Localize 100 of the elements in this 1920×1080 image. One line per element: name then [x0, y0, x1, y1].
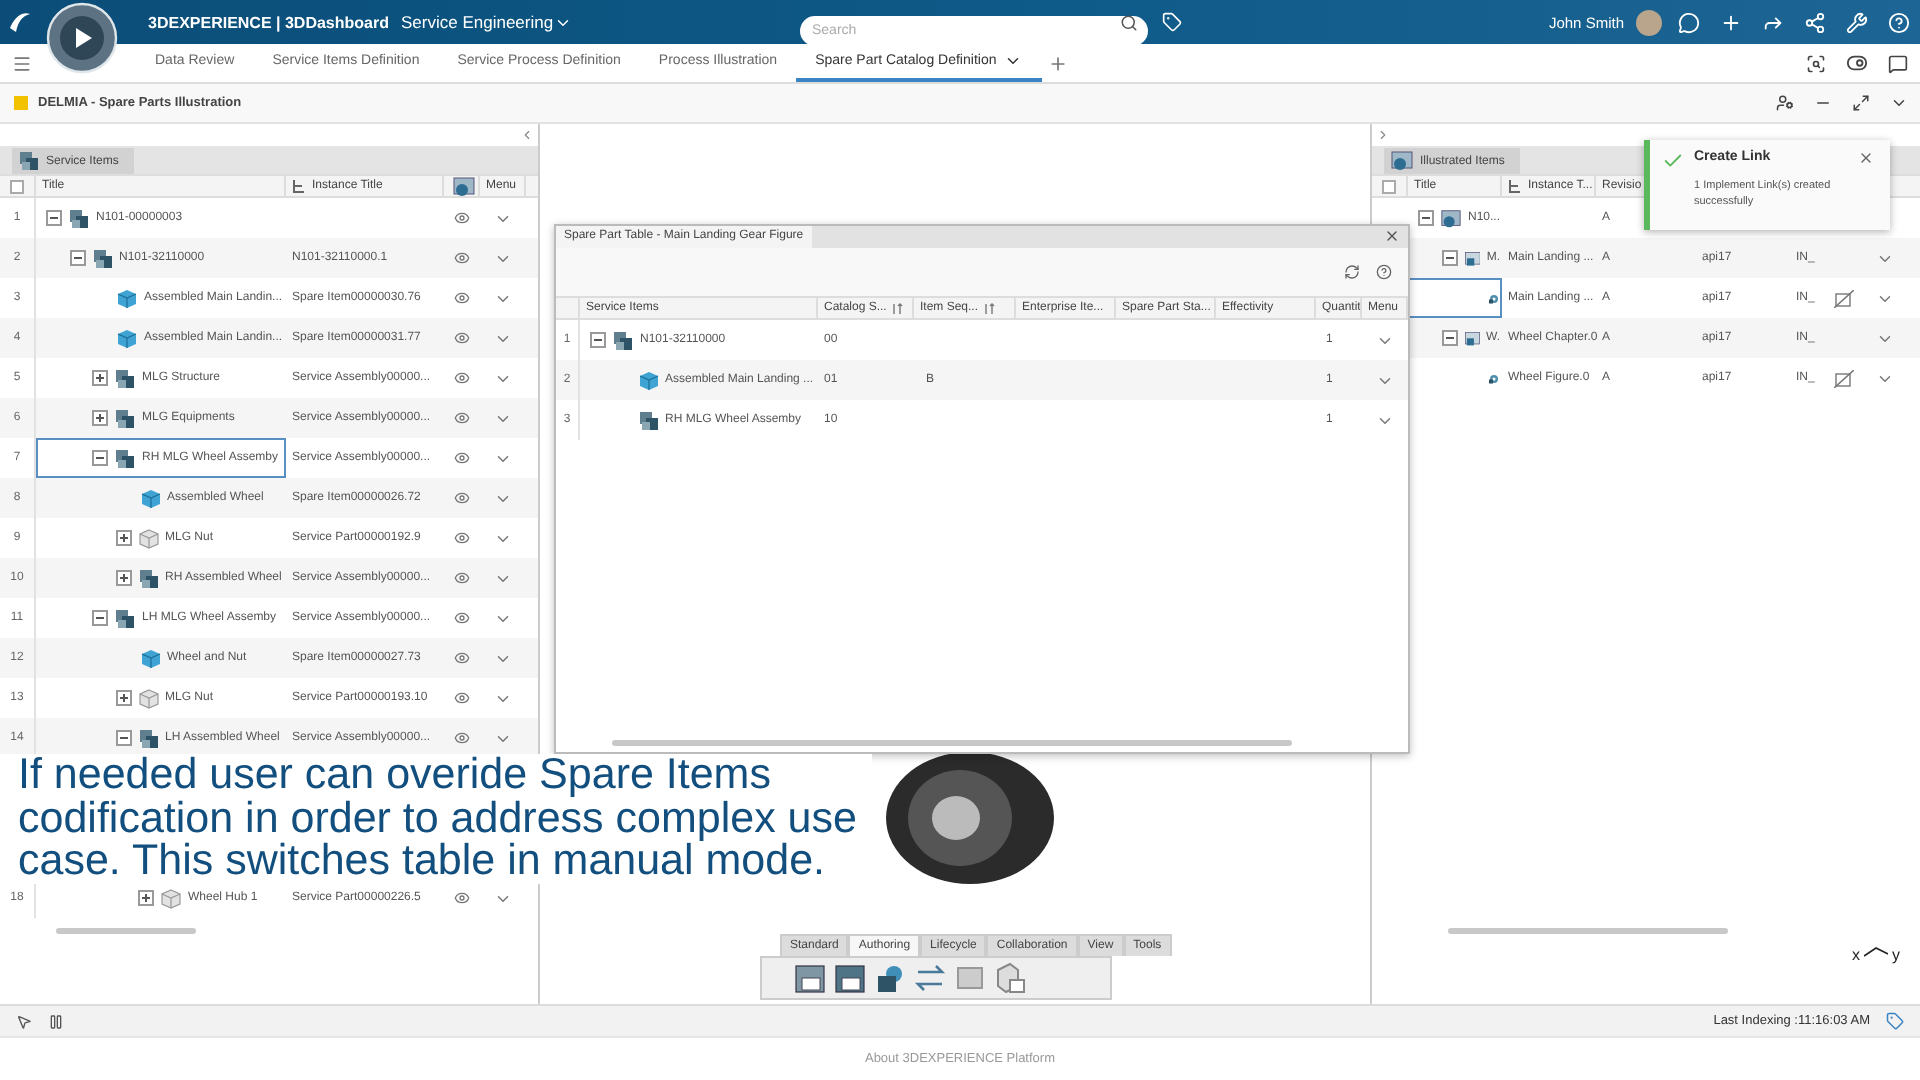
share-arrow-icon[interactable]	[1762, 11, 1784, 33]
eye-icon[interactable]	[454, 490, 470, 506]
eye-icon[interactable]	[454, 890, 470, 906]
collapse-button[interactable]	[115, 730, 131, 746]
compass-icon[interactable]	[46, 2, 118, 74]
help-icon[interactable]	[1376, 264, 1392, 280]
eye-icon[interactable]	[454, 210, 470, 226]
minus-icon	[94, 452, 106, 464]
eye-icon[interactable]	[454, 690, 470, 706]
cube-icon	[137, 527, 159, 549]
collapse-button[interactable]	[1441, 330, 1457, 346]
minus-icon	[94, 612, 106, 624]
collapse-button[interactable]	[590, 332, 606, 348]
eye-icon[interactable]	[454, 370, 470, 386]
checkbox[interactable]	[10, 179, 24, 193]
checkbox[interactable]	[1382, 179, 1396, 193]
hierarchy-icon	[1508, 179, 1522, 193]
eye-icon[interactable]	[454, 290, 470, 306]
close-icon[interactable]	[1858, 150, 1874, 166]
collapse-button[interactable]	[1418, 210, 1434, 226]
expand-button[interactable]	[115, 690, 131, 706]
eye-icon[interactable]	[454, 650, 470, 666]
cube-icon	[139, 487, 161, 509]
cube-icon	[137, 687, 159, 709]
collapse-button[interactable]	[46, 210, 62, 226]
collapse-button[interactable]	[92, 450, 108, 466]
collapse-button[interactable]	[1441, 250, 1457, 266]
dashboard-menu[interactable]: Service Engineering	[401, 12, 554, 32]
plus-icon	[140, 892, 152, 904]
cube-table-icon[interactable]	[994, 962, 1026, 994]
tools-icon[interactable]	[1846, 11, 1868, 33]
axis-label: x	[1852, 946, 1860, 964]
picture-icon	[1440, 207, 1462, 229]
app-icon	[14, 96, 28, 110]
menu-icon[interactable]	[12, 53, 32, 73]
hierarchy-icon	[292, 179, 306, 193]
axis-icon	[1864, 946, 1888, 958]
cubes-icon	[91, 247, 113, 269]
eye-icon[interactable]	[454, 570, 470, 586]
picture-icon	[1463, 327, 1480, 349]
minus-icon	[1420, 212, 1432, 224]
search-icon[interactable]	[1120, 13, 1138, 31]
square-icon[interactable]	[954, 962, 986, 994]
eye-icon[interactable]	[454, 530, 470, 546]
eye-icon[interactable]	[454, 250, 470, 266]
search-icon[interactable]	[1806, 53, 1826, 73]
sort-icon[interactable]	[892, 301, 905, 315]
expand-icon[interactable]	[1376, 128, 1390, 142]
chat-icon[interactable]	[1888, 53, 1908, 73]
globe-cube-icon[interactable]	[874, 962, 906, 994]
swap-arrows-icon[interactable]	[914, 962, 946, 994]
folder-table-icon[interactable]	[794, 962, 826, 994]
pause-icon[interactable]	[48, 1013, 64, 1029]
crossed-out-icon	[1834, 289, 1854, 307]
cube-icon	[116, 287, 138, 309]
avatar[interactable]	[1636, 9, 1662, 35]
collapse-icon[interactable]	[520, 128, 534, 142]
minus-icon	[117, 732, 129, 744]
user-settings-icon[interactable]	[1776, 94, 1794, 112]
check-icon	[1662, 150, 1684, 172]
minus-icon	[592, 334, 604, 346]
pointer-icon[interactable]	[16, 1013, 32, 1029]
chevron-down-icon[interactable]	[1004, 52, 1023, 70]
expand-button[interactable]	[115, 530, 131, 546]
eye-icon[interactable]	[454, 450, 470, 466]
crossed-out-icon	[1834, 369, 1854, 387]
share-icon[interactable]	[1804, 11, 1826, 33]
cubes-icon	[114, 447, 136, 469]
cube-icon	[160, 887, 182, 909]
brand-title: 3DEXPERIENCE | 3DDashboard	[148, 13, 389, 31]
eye-icon[interactable]	[454, 610, 470, 626]
eye-icon[interactable]	[454, 330, 470, 346]
close-icon[interactable]	[1384, 228, 1400, 244]
refresh-icon[interactable]	[1344, 264, 1360, 280]
cubes-icon	[68, 207, 90, 229]
folder-table-icon[interactable]	[834, 962, 866, 994]
cubes-icon	[114, 607, 136, 629]
collapse-button[interactable]	[69, 250, 85, 266]
picture-icon	[452, 176, 476, 196]
expand-button[interactable]	[92, 370, 108, 386]
minus-icon	[48, 212, 60, 224]
cubes-icon	[612, 329, 634, 351]
minus-icon	[71, 252, 83, 264]
expand-button[interactable]	[138, 890, 154, 906]
cubes-icon	[114, 367, 136, 389]
toggle-icon[interactable]	[1846, 52, 1868, 74]
add-tab-icon[interactable]	[1047, 53, 1068, 73]
expand-button[interactable]	[92, 410, 108, 426]
add-icon[interactable]	[1720, 11, 1742, 33]
cubes-icon	[637, 409, 659, 431]
eye-icon[interactable]	[454, 730, 470, 746]
sort-icon[interactable]	[984, 301, 997, 315]
axis-label: y	[1892, 946, 1900, 964]
tag-icon[interactable]	[1886, 1012, 1904, 1030]
collapse-button[interactable]	[92, 610, 108, 626]
expand-button[interactable]	[115, 570, 131, 586]
chevron-down-icon[interactable]	[1890, 94, 1908, 112]
plus-icon	[117, 572, 129, 584]
maximize-icon[interactable]	[1852, 94, 1870, 112]
eye-icon[interactable]	[454, 410, 470, 426]
